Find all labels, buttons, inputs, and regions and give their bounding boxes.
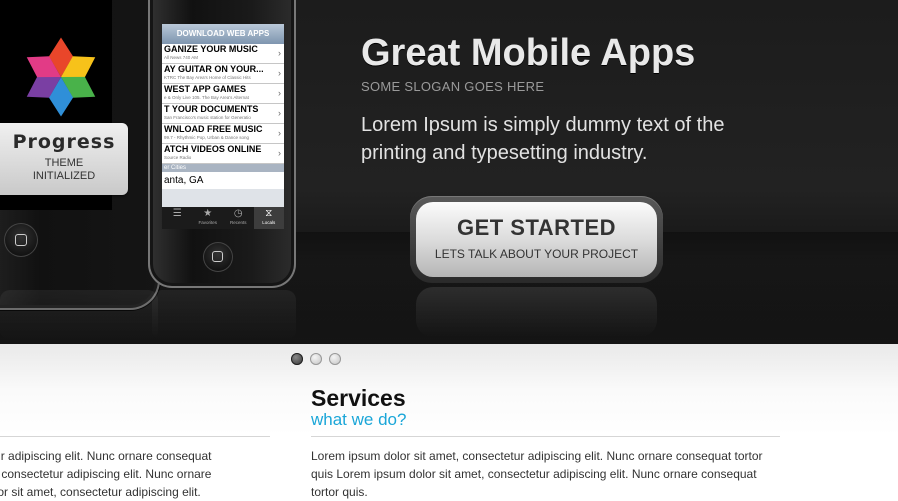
phone-list-item: GANIZE YOUR MUSIC All News 740 AM › (162, 44, 284, 64)
hero-slogan: SOME SLOGAN GOES HERE (361, 79, 545, 94)
phone-list-item-sub: Source Radio (164, 155, 192, 160)
phone-screen-header: DOWNLOAD WEB APPS (162, 24, 284, 44)
slider-dot-3[interactable] (329, 353, 341, 365)
chevron-right-icon: › (278, 48, 281, 58)
cta-title: GET STARTED (456, 215, 617, 240)
cta-subtitle: LETS TALK ABOUT YOUR PROJECT (434, 247, 639, 261)
cta-reflection (416, 287, 657, 337)
phone-list-item-sub: San Francisco's music station for Genera… (164, 115, 251, 120)
phone-right: DOWNLOAD WEB APPS GANIZE YOUR MUSIC All N… (148, 0, 296, 288)
phone-list-item-sub: e & Only Live 105. The Bay Area's Altern… (164, 95, 249, 100)
left-column-text: ectetur adipiscing elit. Nunc ornare con… (0, 447, 268, 501)
antenna-icon: ⧖ (265, 208, 273, 219)
services-divider (311, 436, 780, 437)
left-column-line: m dolor sit amet, consectetur adipiscing… (0, 485, 201, 499)
phone-list-item-title: GANIZE YOUR MUSIC (164, 44, 258, 54)
progress-card-line2: INITIALIZED (32, 170, 96, 182)
phone-list-item-sub: 99.7 - Rhythmic Pop, Urban & Dance song (164, 135, 250, 140)
progress-card-title: Progress (12, 131, 116, 153)
chevron-right-icon: › (278, 88, 281, 98)
phone-list-item-title: T YOUR DOCUMENTS (164, 104, 259, 114)
chevron-right-icon: › (278, 128, 281, 138)
app-logo-icon (26, 37, 96, 117)
slider-dot-2[interactable] (310, 353, 322, 365)
phone-list-item-sub: KTRC The Bay Area's Home of Classic Hits (164, 75, 251, 80)
clock-icon: ◷ (233, 208, 243, 219)
left-column-line: ectetur adipiscing elit. Nunc ornare con… (0, 449, 212, 463)
phone-tab-bar: ☰ ★ Favorites ◷ Recents ⧖ Locals (162, 207, 284, 229)
services-body-text: Lorem ipsum dolor sit amet, consectetur … (311, 449, 763, 499)
progress-card-line1: THEME (44, 157, 84, 169)
phone-list-item: WNLOAD FREE MUSIC 99.7 - Rhythmic Pop, Ur… (162, 124, 284, 144)
phone-list-item-title: WEST APP GAMES (164, 84, 247, 94)
phone-city-row: anta, GA (162, 172, 284, 189)
phone-tab-favorites: ★ Favorites (193, 207, 224, 229)
phone-list-item-title: AY GUITAR ON YOUR... (164, 64, 264, 74)
phone-right-reflection (152, 290, 296, 340)
home-button-icon (4, 223, 38, 257)
chevron-right-icon: › (278, 148, 281, 158)
chevron-right-icon: › (278, 68, 281, 78)
phone-list-item: ATCH VIDEOS ONLINE Source Radio › (162, 144, 284, 164)
phone-tab-info: ☰ (162, 207, 193, 229)
phone-list-item-sub: All News 740 AM (164, 55, 199, 60)
phone-right-screen: DOWNLOAD WEB APPS GANIZE YOUR MUSIC All N… (162, 24, 284, 229)
progress-theme-card: Progress THEME INITIALIZED (0, 123, 128, 195)
phone-list-item: WEST APP GAMES e & Only Live 105. The Bay… (162, 84, 284, 104)
hero-title: Great Mobile Apps (361, 32, 696, 74)
services-heading: Services (311, 385, 406, 411)
phone-list-item-title: WNLOAD FREE MUSIC (164, 124, 263, 134)
phone-list-item: AY GUITAR ON YOUR... KTRC The Bay Area's … (162, 64, 284, 84)
chevron-right-icon: › (278, 108, 281, 118)
left-column-line: amet, consectetur adipiscing elit. Nunc … (0, 467, 212, 481)
phone-list-item: T YOUR DOCUMENTS San Francisco's music st… (162, 104, 284, 124)
phone-list-item-title: ATCH VIDEOS ONLINE (164, 144, 262, 154)
hero-description: Lorem Ipsum is simply dummy text of the … (361, 114, 725, 164)
phone-tab-recents: ◷ Recents (223, 207, 254, 229)
services-subheading: what we do? (311, 410, 407, 429)
info-icon: ☰ (172, 208, 182, 219)
home-button-icon (203, 242, 233, 272)
get-started-button[interactable]: GET STARTED LETS TALK ABOUT YOUR PROJECT (416, 202, 657, 277)
slider-pagination (291, 353, 341, 365)
left-column-divider (0, 436, 270, 437)
phone-tab-locals: ⧖ Locals (253, 207, 284, 229)
slider-dot-1[interactable] (291, 353, 303, 365)
phone-left-reflection (0, 290, 158, 340)
hero-banner: Progress THEME INITIALIZED DOWNLOAD WEB … (0, 0, 898, 344)
star-icon: ★ (203, 208, 213, 219)
phone-section-label: er Cities (162, 164, 284, 172)
